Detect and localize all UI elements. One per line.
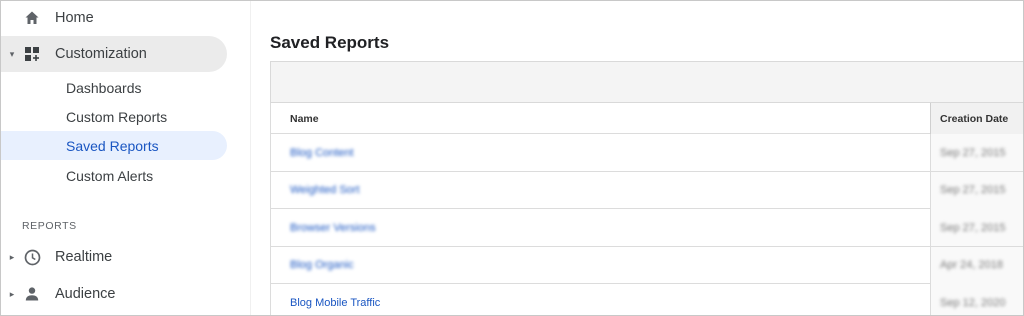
sidebar-item-audience[interactable]: ▸ Audience <box>1 276 227 312</box>
report-name-cell: Blog Organic <box>271 247 930 284</box>
creation-date: Sep 27, 2015 <box>940 184 1006 196</box>
table-row: Blog Content Sep 27, 2015 <box>271 134 1023 172</box>
dashboard-add-icon <box>23 45 41 63</box>
clock-icon <box>23 248 41 266</box>
creation-date: Sep 12, 2020 <box>940 296 1006 309</box>
report-link[interactable]: Blog Content <box>290 147 354 159</box>
chevron-right-icon[interactable]: ▸ <box>8 252 16 263</box>
page-title: Saved Reports <box>270 33 390 52</box>
section-heading-reports: REPORTS <box>22 220 77 232</box>
creation-date-cell: Sep 27, 2015 <box>930 171 1023 209</box>
sidebar-item-label: Home <box>55 10 94 26</box>
report-name-cell: Browser Versions <box>271 209 930 246</box>
report-link[interactable]: Weighted Sort <box>290 184 360 196</box>
sidebar-item-label: Dashboards <box>66 79 142 96</box>
creation-date-cell: Sep 27, 2015 <box>930 134 1023 171</box>
column-header-name[interactable]: Name <box>271 103 930 134</box>
creation-date-cell: Sep 12, 2020 <box>930 284 1023 315</box>
sidebar-item-label: Custom Alerts <box>66 167 154 184</box>
table-row: Blog Organic Apr 24, 2018 <box>271 246 1023 284</box>
sidebar-item-label: Custom Reports <box>66 108 168 125</box>
creation-date: Sep 27, 2015 <box>940 146 1006 159</box>
report-name-cell: Blog Content <box>271 134 930 171</box>
report-name-cell: Blog Mobile Traffic <box>271 284 930 315</box>
sidebar: Home ▾ Customization Dashboards Custom R… <box>1 1 249 315</box>
creation-date-cell: Apr 24, 2018 <box>930 246 1023 284</box>
sidebar-item-custom-reports[interactable]: Custom Reports <box>1 102 227 131</box>
chevron-down-icon[interactable]: ▾ <box>8 49 16 60</box>
creation-date-cell: Sep 27, 2015 <box>930 209 1023 246</box>
sidebar-item-label: Saved Reports <box>66 137 159 154</box>
sidebar-item-custom-alerts[interactable]: Custom Alerts <box>1 161 227 190</box>
sidebar-item-home[interactable]: Home <box>1 1 227 36</box>
sidebar-item-saved-reports[interactable]: Saved Reports <box>1 131 227 160</box>
table-toolbar <box>270 61 1023 103</box>
table-row: Browser Versions Sep 27, 2015 <box>271 209 1023 247</box>
sidebar-item-label: Audience <box>55 286 116 302</box>
main-content: Saved Reports Name Creation Date Blog Co… <box>250 1 1023 315</box>
sidebar-item-customization[interactable]: ▾ Customization <box>1 36 227 72</box>
report-name-cell: Weighted Sort <box>271 172 930 209</box>
app-frame: Home ▾ Customization Dashboards Custom R… <box>0 0 1024 316</box>
creation-date: Apr 24, 2018 <box>940 259 1003 271</box>
saved-reports-table: Name Creation Date Blog Content Sep 27, … <box>270 103 1023 315</box>
sidebar-item-realtime[interactable]: ▸ Realtime <box>1 239 227 275</box>
table-row: Weighted Sort Sep 27, 2015 <box>271 171 1023 209</box>
creation-date: Sep 27, 2015 <box>940 221 1006 234</box>
sidebar-item-label: Realtime <box>55 249 113 265</box>
sidebar-item-dashboards[interactable]: Dashboards <box>1 73 227 102</box>
sidebar-item-label: Customization <box>55 46 147 62</box>
home-icon <box>23 9 41 27</box>
column-header-creation-date[interactable]: Creation Date <box>930 103 1023 134</box>
report-link[interactable]: Blog Organic <box>290 259 354 271</box>
table-header: Name Creation Date <box>271 103 1023 134</box>
table-row: Blog Mobile Traffic Sep 12, 2020 <box>271 284 1023 315</box>
report-link[interactable]: Blog Mobile Traffic <box>290 297 380 309</box>
person-icon <box>23 285 41 303</box>
chevron-right-icon[interactable]: ▸ <box>8 289 16 300</box>
report-link[interactable]: Browser Versions <box>290 222 376 234</box>
